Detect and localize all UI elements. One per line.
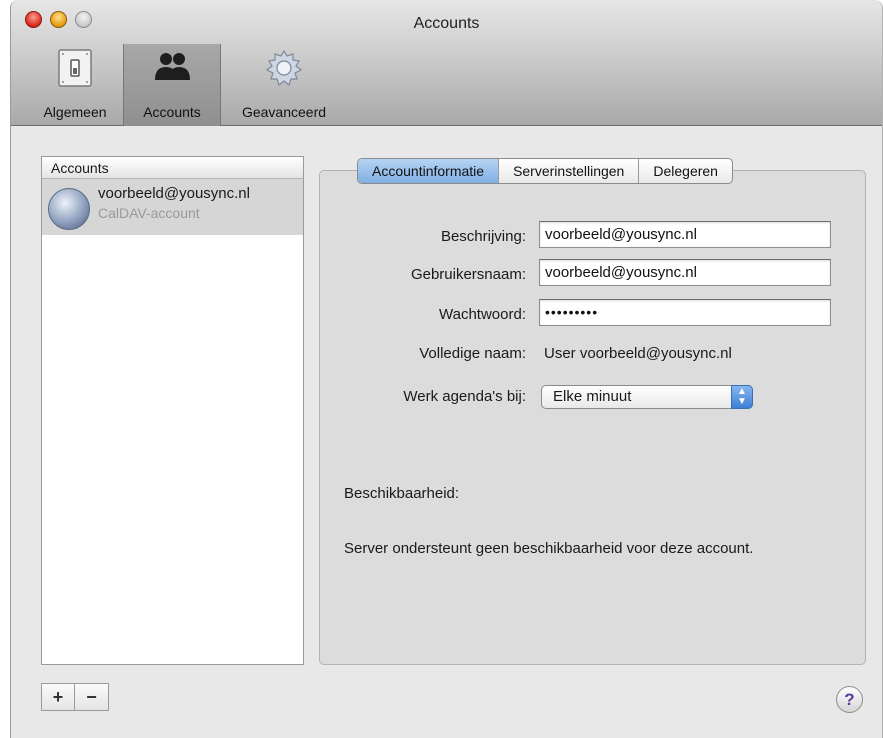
account-row[interactable]: voorbeeld@yousync.nl CalDAV-account xyxy=(42,179,303,235)
remove-account-button[interactable]: − xyxy=(75,684,108,710)
gear-icon xyxy=(265,49,303,87)
tab-account-info[interactable]: Accountinformatie xyxy=(358,159,500,183)
toolbar-label-general: Algemeen xyxy=(43,104,107,120)
toolbar: Accounts Algemeen Accounts Geavanceerd xyxy=(11,0,882,126)
refresh-interval-select[interactable]: Elke minuut ▲ ▼ xyxy=(541,385,753,409)
toolbar-item-accounts[interactable]: Accounts xyxy=(123,44,221,126)
fullname-value: User voorbeeld@yousync.nl xyxy=(544,345,732,362)
people-icon xyxy=(155,53,190,80)
toolbar-item-advanced[interactable]: Geavanceerd xyxy=(229,44,339,126)
tab-bar: Accountinformatie Serverinstellingen Del… xyxy=(357,158,733,184)
password-label: Wachtwoord: xyxy=(439,306,526,323)
toolbar-item-general[interactable]: Algemeen xyxy=(31,44,119,126)
availability-label: Beschikbaarheid: xyxy=(344,485,460,502)
description-label: Beschrijving: xyxy=(440,228,526,245)
preferences-window: Accounts Algemeen Accounts Geavanceerd A… xyxy=(10,0,883,738)
username-label: Gebruikersnaam: xyxy=(410,266,526,283)
select-arrows-icon: ▲ ▼ xyxy=(731,385,753,409)
password-field[interactable]: ••••••••• xyxy=(539,299,831,326)
globe-icon xyxy=(48,188,90,230)
add-account-button[interactable]: + xyxy=(42,684,76,710)
add-remove-control: + − xyxy=(41,683,109,711)
username-field[interactable]: voorbeeld@yousync.nl xyxy=(539,259,831,286)
switch-icon xyxy=(58,49,92,87)
accounts-list-header: Accounts xyxy=(42,157,303,179)
account-type: CalDAV-account xyxy=(98,205,200,221)
refresh-interval-value: Elke minuut xyxy=(553,388,632,405)
tab-delegation[interactable]: Delegeren xyxy=(639,159,732,183)
refresh-label: Werk agenda's bij: xyxy=(403,388,526,405)
help-button[interactable]: ? xyxy=(836,686,863,713)
fullname-label: Volledige naam: xyxy=(419,345,526,362)
window-title: Accounts xyxy=(413,15,480,32)
toolbar-label-advanced: Geavanceerd xyxy=(241,104,327,120)
tab-server-settings[interactable]: Serverinstellingen xyxy=(499,159,640,183)
toolbar-label-accounts: Accounts xyxy=(143,104,201,120)
description-field[interactable]: voorbeeld@yousync.nl xyxy=(539,221,831,248)
account-name: voorbeeld@yousync.nl xyxy=(98,185,250,202)
accounts-list: Accounts voorbeeld@yousync.nl CalDAV-acc… xyxy=(41,156,304,665)
availability-message: Server ondersteunt geen beschikbaarheid … xyxy=(344,540,754,557)
